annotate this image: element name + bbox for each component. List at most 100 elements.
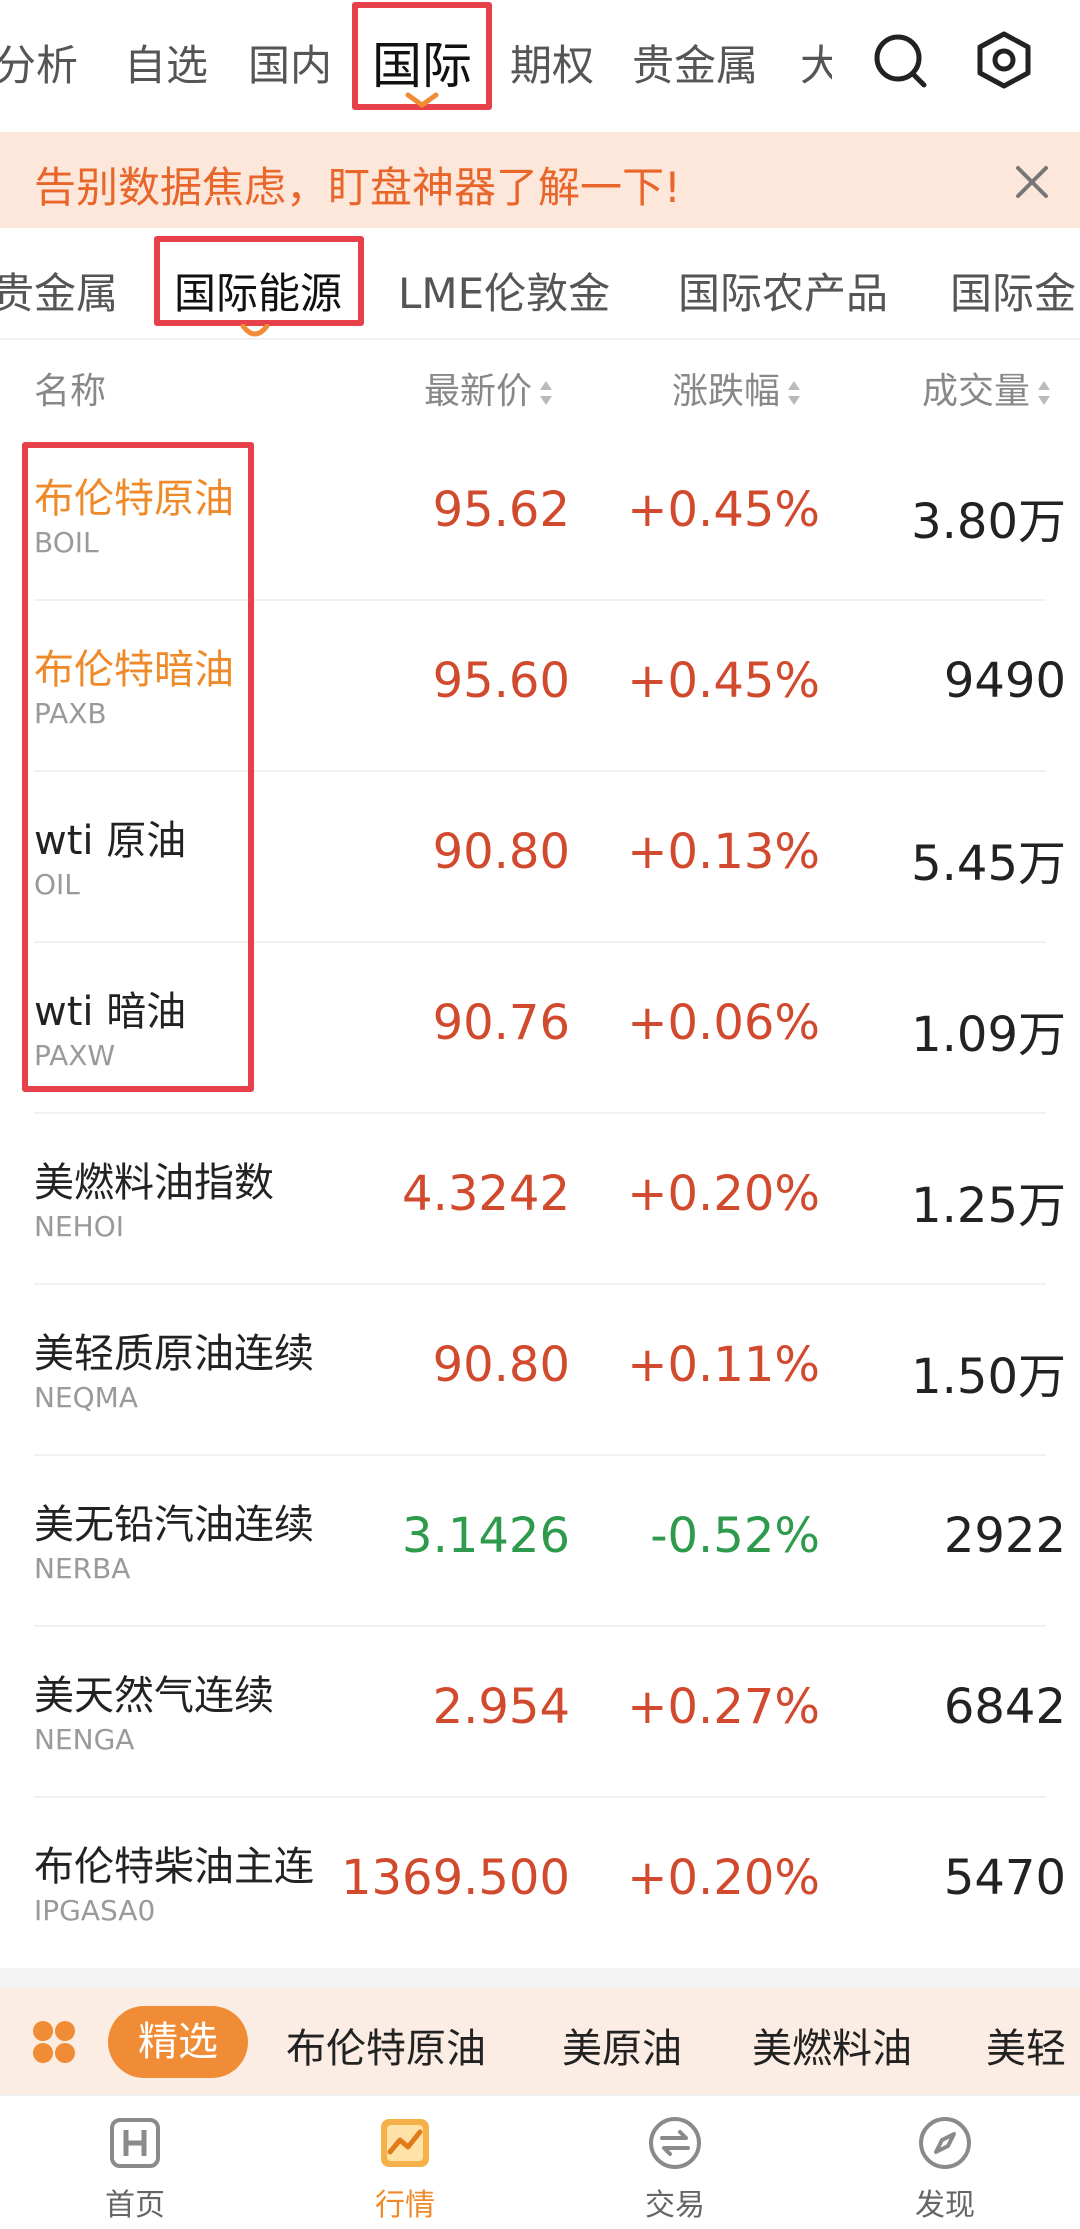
- compass-icon: [919, 2117, 971, 2169]
- nav-discover[interactable]: 发现: [875, 2114, 1015, 2224]
- row-change: +0.20%: [627, 1166, 820, 1222]
- featured-pill-button[interactable]: 精选: [108, 2006, 248, 2078]
- banner-text: 告别数据焦虑，盯盘神器了解一下!: [34, 163, 681, 212]
- subtab-intl-agri[interactable]: 国际农产品: [678, 260, 888, 321]
- quick-select-bar: 精选 布伦特原油 美原油 美燃料油 美轻: [0, 1988, 1080, 2094]
- sort-icon: [1038, 381, 1051, 405]
- row-price: 90.80: [432, 824, 570, 880]
- row-change: +0.27%: [627, 1679, 820, 1735]
- row-code: PAXB: [34, 697, 107, 730]
- table-row[interactable]: 布伦特柴油主连 IPGASA0 1369.500 +0.20% 5470: [0, 1798, 1080, 1969]
- header-volume[interactable]: 成交量: [922, 362, 1052, 414]
- section-gap: [0, 1968, 1080, 1988]
- header-change[interactable]: 涨跌幅: [672, 362, 802, 414]
- sort-icon: [788, 381, 801, 405]
- top-tab-bar: 分析 自选 国内 国际 期权 贵金属 大: [0, 0, 1080, 130]
- row-change: +0.13%: [627, 824, 820, 880]
- grid-menu-icon[interactable]: [30, 2018, 78, 2066]
- row-code: IPGASA0: [34, 1894, 156, 1927]
- tab-precious-metals[interactable]: 贵金属: [632, 32, 758, 93]
- close-icon[interactable]: [1008, 158, 1056, 206]
- row-name: wti 暗油: [34, 989, 187, 1035]
- row-name: 美无铅汽油连续: [34, 1502, 314, 1548]
- row-volume: 1.09万: [911, 1007, 1066, 1063]
- row-name: 布伦特原油: [34, 476, 234, 522]
- nav-market[interactable]: 行情: [335, 2114, 475, 2224]
- row-volume: 9490: [943, 653, 1066, 709]
- table-row[interactable]: wti 暗油 PAXW 90.76 +0.06% 1.09万: [0, 943, 1080, 1114]
- row-volume: 2922: [943, 1508, 1066, 1564]
- header-change-label: 涨跌幅: [672, 371, 781, 412]
- tab-analysis[interactable]: 分析: [0, 32, 78, 93]
- table-row[interactable]: 布伦特原油 BOIL 95.62 +0.45% 3.80万: [0, 430, 1080, 601]
- highlight-annotation-box: [154, 236, 364, 326]
- home-h-icon: [110, 2118, 160, 2168]
- row-change: +0.11%: [627, 1337, 820, 1393]
- row-change: +0.20%: [627, 1850, 820, 1906]
- row-volume: 1.25万: [911, 1178, 1066, 1234]
- row-volume: 3.80万: [911, 494, 1066, 550]
- tab-options[interactable]: 期权: [510, 32, 594, 93]
- header-volume-label: 成交量: [922, 371, 1031, 412]
- header-price[interactable]: 最新价: [424, 362, 554, 414]
- row-code: NEQMA: [34, 1381, 138, 1414]
- nav-home[interactable]: 首页: [65, 2114, 205, 2224]
- row-name: 美轻质原油连续: [34, 1331, 314, 1377]
- row-volume: 5470: [943, 1850, 1066, 1906]
- row-price: 1369.500: [340, 1850, 570, 1906]
- table-row[interactable]: 美燃料油指数 NEHOI 4.3242 +0.20% 1.25万: [0, 1114, 1080, 1285]
- row-price: 95.62: [432, 482, 570, 538]
- row-price: 3.1426: [402, 1508, 570, 1564]
- table-header: 名称 最新价 涨跌幅 成交量: [0, 340, 1080, 430]
- header-price-label: 最新价: [424, 371, 533, 412]
- row-code: PAXW: [34, 1039, 116, 1072]
- table-row[interactable]: 美轻质原油连续 NEQMA 90.80 +0.11% 1.50万: [0, 1285, 1080, 1456]
- row-volume: 1.50万: [911, 1349, 1066, 1405]
- header-name: 名称: [34, 371, 107, 412]
- row-change: +0.45%: [627, 653, 820, 709]
- table-row[interactable]: 美天然气连续 NENGA 2.954 +0.27% 6842: [0, 1627, 1080, 1798]
- subtab-intl-gold[interactable]: 国际金: [950, 260, 1076, 321]
- market-chart-icon: [381, 2119, 429, 2167]
- table-row[interactable]: 美无铅汽油连续 NERBA 3.1426 -0.52% 2922: [0, 1456, 1080, 1627]
- nav-label: 发现: [915, 2188, 975, 2223]
- quick-item[interactable]: 美燃料油: [752, 2016, 912, 2074]
- row-price: 90.80: [432, 1337, 570, 1393]
- row-volume: 5.45万: [911, 836, 1066, 892]
- row-price: 95.60: [432, 653, 570, 709]
- table-row[interactable]: 布伦特暗油 PAXB 95.60 +0.45% 9490: [0, 601, 1080, 772]
- quick-item[interactable]: 美原油: [562, 2016, 682, 2074]
- row-change: -0.52%: [650, 1508, 820, 1564]
- row-name: 美燃料油指数: [34, 1160, 274, 1206]
- row-name: wti 原油: [34, 818, 187, 864]
- row-name: 布伦特柴油主连: [34, 1844, 314, 1890]
- tab-watchlist[interactable]: 自选: [124, 32, 208, 93]
- nav-label: 行情: [375, 2188, 435, 2223]
- quick-item[interactable]: 布伦特原油: [286, 2016, 486, 2074]
- settings-hexagon-icon[interactable]: [972, 24, 1036, 96]
- nav-label: 交易: [645, 2188, 705, 2223]
- row-code: OIL: [34, 868, 80, 901]
- sub-tab-bar: 贵金属 国际能源 LME伦敦金 国际农产品 国际金: [0, 230, 1080, 340]
- row-code: NEHOI: [34, 1210, 124, 1243]
- row-code: NENGA: [34, 1723, 135, 1756]
- row-code: NERBA: [34, 1552, 131, 1585]
- row-price: 4.3242: [402, 1166, 570, 1222]
- row-change: +0.45%: [627, 482, 820, 538]
- table-row[interactable]: wti 原油 OIL 90.80 +0.13% 5.45万: [0, 772, 1080, 943]
- subtab-precious-metals[interactable]: 贵金属: [0, 260, 118, 321]
- tab-more[interactable]: 大: [800, 32, 832, 93]
- nav-trade[interactable]: 交易: [605, 2114, 745, 2224]
- active-subtab-indicator-icon: [240, 324, 270, 337]
- sort-icon: [540, 381, 553, 405]
- search-icon[interactable]: [868, 24, 932, 96]
- row-volume: 6842: [943, 1679, 1066, 1735]
- subtab-lme[interactable]: LME伦敦金: [398, 260, 610, 321]
- row-name: 美天然气连续: [34, 1673, 274, 1719]
- row-price: 90.76: [432, 995, 570, 1051]
- row-name: 布伦特暗油: [34, 647, 234, 693]
- quick-item[interactable]: 美轻: [986, 2016, 1066, 2074]
- promo-banner[interactable]: 告别数据焦虑，盯盘神器了解一下!: [0, 132, 1080, 228]
- nav-label: 首页: [105, 2188, 165, 2223]
- tab-domestic[interactable]: 国内: [248, 32, 332, 93]
